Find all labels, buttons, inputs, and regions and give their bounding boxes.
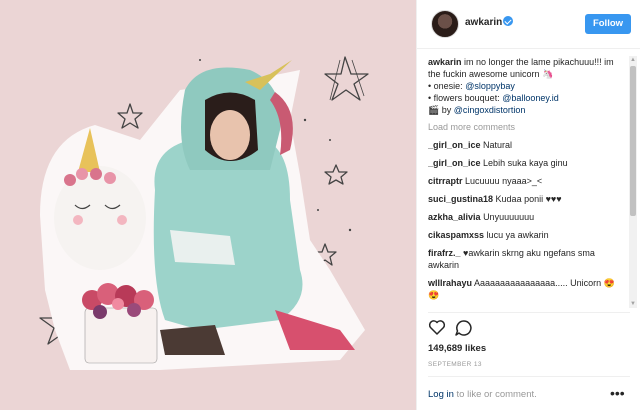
comment-username[interactable]: cikaspamxss: [428, 230, 484, 240]
comment-text: lucu ya awkarin: [486, 230, 549, 240]
caption-onesie-label: • onesie:: [428, 81, 466, 91]
onesie-handle-link[interactable]: @sloppybay: [465, 81, 515, 91]
post-date[interactable]: SEPTEMBER 13: [428, 361, 482, 368]
action-icons: [428, 320, 472, 336]
comment-item: cikaspamxss lucu ya awkarin: [428, 229, 626, 241]
follow-button[interactable]: Follow: [585, 14, 631, 34]
post-header: awkarin Follow: [417, 0, 640, 49]
comment-text: Kudaa ponii ♥♥♥: [495, 194, 562, 204]
comment-text: Lucuuuu nyaaa>_<: [465, 176, 543, 186]
instagram-post-window: awkarin Follow awkarin im no longer the …: [0, 0, 640, 410]
comment-text: Natural: [483, 140, 513, 150]
comment-item: citrraptr Lucuuuu nyaaa>_<: [428, 175, 626, 187]
post-sidebar: awkarin Follow awkarin im no longer the …: [416, 0, 640, 410]
divider: [428, 312, 630, 313]
login-prompt-text: to like or comment.: [453, 389, 537, 400]
more-options-icon[interactable]: •••: [610, 385, 625, 401]
comments-list[interactable]: awkarin im no longer the lame pikachuuu!…: [428, 56, 626, 308]
comment-text: Unyuuuuuuu: [483, 212, 535, 222]
login-prompt: Log in to like or comment.: [428, 389, 537, 400]
comment-username[interactable]: azkha_alivia: [428, 212, 481, 222]
comments-scrollbar[interactable]: ▲ ▼: [629, 56, 637, 308]
unicorn-photo-illustration: [39, 56, 369, 370]
caption-flowers-line: • flowers bouquet: @ballooney.id: [428, 92, 626, 104]
verified-badge-icon: [503, 16, 513, 26]
scroll-up-arrow-icon[interactable]: ▲: [629, 56, 637, 64]
caption-onesie-line: • onesie: @sloppybay: [428, 80, 626, 92]
comment-username[interactable]: citrraptr: [428, 176, 463, 186]
divider: [428, 376, 630, 377]
action-bar: [428, 318, 478, 340]
comment-item: suci_gustina18 Kudaa ponii ♥♥♥: [428, 193, 626, 205]
comment-item: azkha_alivia Unyuuuuuuu: [428, 211, 626, 223]
caption-username[interactable]: awkarin: [428, 57, 462, 67]
caption: awkarin im no longer the lame pikachuuu!…: [428, 56, 626, 80]
comment-username[interactable]: firafrz._: [428, 248, 461, 258]
comment-icon[interactable]: [455, 320, 472, 336]
caption-by-line: 🎬 by @cingoxdistortion: [428, 104, 626, 116]
scroll-down-arrow-icon[interactable]: ▼: [629, 300, 637, 308]
avatar[interactable]: [431, 10, 459, 38]
scrollbar-thumb[interactable]: [630, 66, 636, 216]
comment-item: firafrz._ ♥awkarin skrng aku ngefans sma…: [428, 247, 626, 271]
comment-item: wlllrahayu Aaaaaaaaaaaaaaaa..... Unicorn…: [428, 277, 626, 301]
comment-item: _girl_on_ice Natural: [428, 139, 626, 151]
comment-username[interactable]: suci_gustina18: [428, 194, 493, 204]
likes-count[interactable]: 149,689 likes: [428, 343, 486, 354]
comment-text: Lebih suka kaya ginu: [483, 158, 568, 168]
post-photo[interactable]: [0, 0, 416, 410]
username-link[interactable]: awkarin: [465, 17, 502, 28]
comment-username[interactable]: _girl_on_ice: [428, 158, 481, 168]
comment-item: _girl_on_ice Lebih suka kaya ginu: [428, 157, 626, 169]
comment-username[interactable]: wlllrahayu: [428, 278, 472, 288]
flower-box: [82, 283, 158, 364]
caption-by-label: 🎬 by: [428, 105, 454, 115]
by-handle-link[interactable]: @cingoxdistortion: [454, 105, 526, 115]
login-link[interactable]: Log in: [428, 389, 454, 400]
comment-username[interactable]: _girl_on_ice: [428, 140, 481, 150]
caption-flowers-label: • flowers bouquet:: [428, 93, 503, 103]
flowers-handle-link[interactable]: @ballooney.id: [502, 93, 559, 103]
load-more-comments-button[interactable]: Load more comments: [428, 121, 626, 133]
heart-icon[interactable]: [428, 320, 446, 335]
